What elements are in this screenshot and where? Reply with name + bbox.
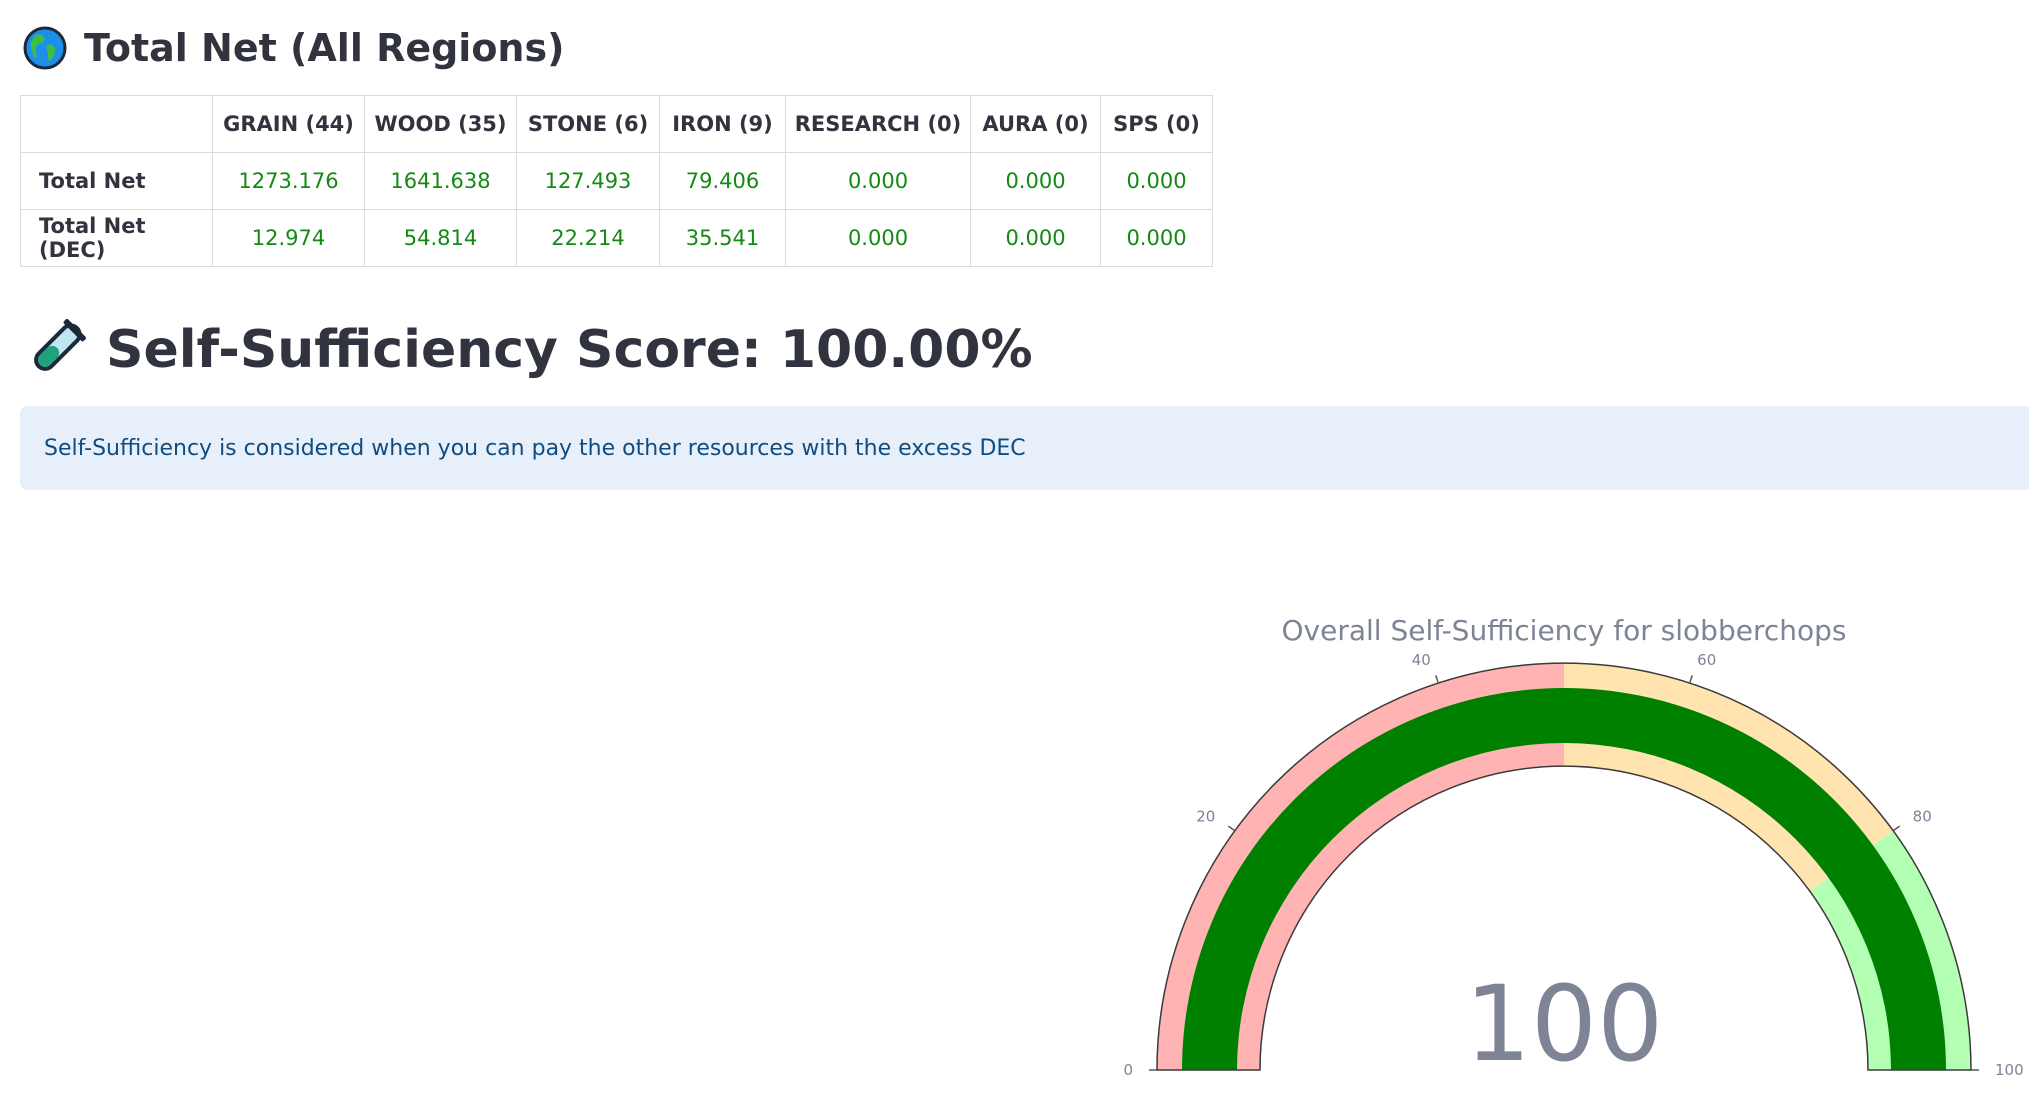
column-header-blank bbox=[20, 95, 213, 153]
row-label: Total Net (DEC) bbox=[20, 209, 213, 267]
self-sufficiency-gauge: Overall Self-Sufficiency for slobberchop… bbox=[1123, 614, 2024, 1085]
gauge-tick-20 bbox=[1227, 825, 1236, 832]
table-cell: 0.000 bbox=[970, 209, 1101, 267]
column-header-stone: STONE (6) bbox=[516, 95, 660, 153]
gauge-tick-label-100: 100 bbox=[1995, 1061, 2024, 1079]
gauge-tick-40 bbox=[1435, 675, 1439, 684]
test-tube-icon bbox=[34, 319, 86, 371]
table-cell: 1641.638 bbox=[364, 152, 517, 210]
table-row: Total Net (DEC) 12.974 54.814 22.214 35.… bbox=[20, 209, 1213, 267]
table-cell: 127.493 bbox=[516, 152, 660, 210]
table-cell: 12.974 bbox=[212, 209, 365, 267]
gauge-tick-label-60: 60 bbox=[1697, 651, 1716, 669]
gauge-tick-label-20: 20 bbox=[1196, 808, 1215, 826]
column-header-grain: GRAIN (44) bbox=[212, 95, 365, 153]
total-net-title: Total Net (All Regions) bbox=[84, 26, 565, 70]
column-header-research: RESEARCH (0) bbox=[785, 95, 971, 153]
self-sufficiency-heading: Self-Sufficiency Score: 100.00% bbox=[22, 316, 1033, 384]
self-sufficiency-score-title: Self-Sufficiency Score: 100.00% bbox=[106, 320, 1033, 380]
total-net-table: GRAIN (44) WOOD (35) STONE (6) IRON (9) … bbox=[20, 95, 1213, 267]
globe-icon bbox=[23, 26, 67, 70]
row-label: Total Net bbox=[20, 152, 213, 210]
table-cell: 1273.176 bbox=[212, 152, 365, 210]
total-net-heading: Total Net (All Regions) bbox=[22, 18, 564, 78]
table-cell: 0.000 bbox=[785, 152, 971, 210]
gauge-value-text: 100 bbox=[1465, 963, 1664, 1085]
table-cell: 0.000 bbox=[1100, 209, 1213, 267]
gauge-tick-label-40: 40 bbox=[1412, 651, 1431, 669]
table-cell: 0.000 bbox=[970, 152, 1101, 210]
table-row: Total Net 1273.176 1641.638 127.493 79.4… bbox=[20, 152, 1213, 210]
column-header-aura: AURA (0) bbox=[970, 95, 1101, 153]
gauge-tick-label-80: 80 bbox=[1913, 808, 1932, 826]
table-cell: 22.214 bbox=[516, 209, 660, 267]
table-cell: 54.814 bbox=[364, 209, 517, 267]
table-cell: 0.000 bbox=[1100, 152, 1213, 210]
info-text: Self-Sufficiency is considered when you … bbox=[44, 435, 1026, 461]
column-header-wood: WOOD (35) bbox=[364, 95, 517, 153]
table-header-row: GRAIN (44) WOOD (35) STONE (6) IRON (9) … bbox=[20, 95, 1213, 153]
table-cell: 35.541 bbox=[659, 209, 786, 267]
info-box: Self-Sufficiency is considered when you … bbox=[20, 406, 2029, 490]
table-cell: 79.406 bbox=[659, 152, 786, 210]
table-cell: 0.000 bbox=[785, 209, 971, 267]
column-header-sps: SPS (0) bbox=[1100, 95, 1213, 153]
gauge-tick-80 bbox=[1892, 825, 1901, 832]
gauge-tick-label-0: 0 bbox=[1123, 1061, 1133, 1079]
gauge-tick-60 bbox=[1689, 675, 1693, 684]
column-header-iron: IRON (9) bbox=[659, 95, 786, 153]
gauge-title: Overall Self-Sufficiency for slobberchop… bbox=[1282, 614, 1847, 647]
